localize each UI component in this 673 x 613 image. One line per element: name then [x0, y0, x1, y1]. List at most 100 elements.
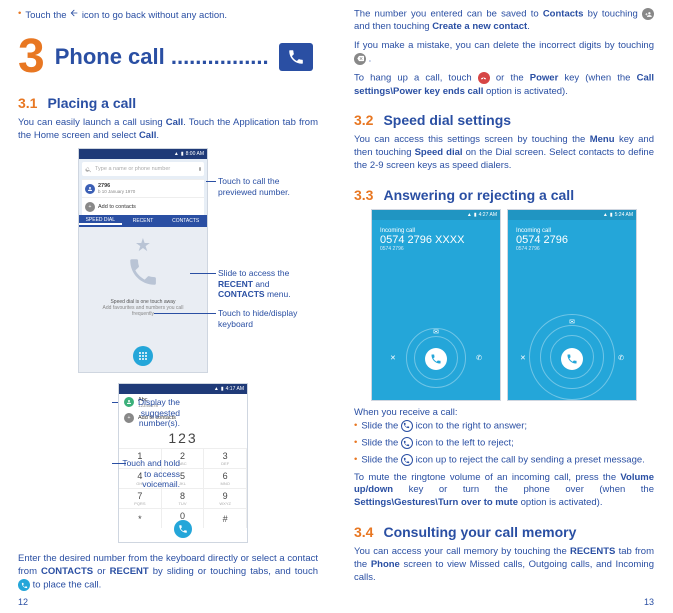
reject-hint-icon: ✕	[520, 354, 526, 362]
reject-ring-icon	[401, 437, 413, 449]
battery-icon: ▮	[181, 151, 184, 157]
tab-contacts[interactable]: CONTACTS	[164, 218, 207, 224]
keypad-key[interactable]: 8TUV	[162, 488, 205, 508]
suggested-contact-row[interactable]: 2796 b 10 January 1970	[82, 179, 204, 197]
hang-up-para: To hang up a call, touch or the Power ke…	[354, 72, 654, 98]
answer-hint-icon: ✆	[476, 354, 482, 362]
add-person-icon	[642, 8, 654, 20]
keypad-key[interactable]: 3DEF	[204, 448, 247, 468]
contact-avatar-icon	[85, 184, 95, 194]
status-bar: ▲ ▮ 5:24 AM	[508, 210, 636, 220]
incoming-number: 0574 2796	[516, 234, 636, 246]
handset-large-icon	[126, 255, 160, 289]
entered-number: 123	[119, 426, 247, 448]
reject-hint-icon: ✕	[390, 354, 396, 362]
battery-icon: ▮	[221, 386, 224, 392]
keypad-key[interactable]: 6MNO	[204, 468, 247, 488]
answer-handle[interactable]	[425, 348, 447, 370]
bullet-dot: •	[354, 420, 357, 433]
keypad-key[interactable]: *	[119, 508, 162, 528]
section-title: Speed dial settings	[383, 112, 511, 128]
annotation-voicemail: Touch and hold to access voicemail.	[120, 458, 180, 489]
battery-icon: ▮	[474, 212, 477, 218]
signal-icon: ▲	[467, 212, 472, 218]
phone-app-icon	[279, 43, 313, 71]
tab-speed-dial[interactable]: SPEED DIAL	[79, 217, 122, 225]
bullet-message: • Slide the icon up to reject the call b…	[354, 454, 654, 467]
when-receive-label: When you receive a call:	[354, 407, 654, 420]
status-time: 4:27 AM	[479, 212, 497, 218]
placing-call-intro: You can easily launch a call using Call.…	[18, 117, 318, 143]
page-number-left: 12	[18, 597, 28, 607]
bullet-dot: •	[18, 8, 21, 21]
keypad-key[interactable]: 9WXYZ	[204, 488, 247, 508]
speed-dial-body: ★ Speed dial is one touch away Add favou…	[79, 227, 207, 372]
answer-handle[interactable]	[561, 348, 583, 370]
annotation-line	[206, 181, 216, 182]
annotation-line	[112, 402, 118, 403]
add-contact-icon: +	[85, 202, 95, 212]
message-hint-icon: ✉	[569, 318, 575, 326]
page-right: The number you entered can be saved to C…	[336, 0, 672, 613]
incoming-call-screenshot-a: ▲ ▮ 4:27 AM Incoming call 0574 2796 XXXX…	[371, 209, 501, 401]
placing-call-outro: Enter the desired number from the keyboa…	[18, 553, 318, 592]
phone-icon	[566, 353, 578, 365]
back-arrow-icon	[69, 8, 79, 23]
add-contacts-label: Add to contacts	[98, 204, 136, 210]
bullet-dot: •	[354, 437, 357, 450]
bullet-message-text: Slide the icon up to reject the call by …	[361, 454, 654, 467]
mute-para: To mute the ringtone volume of an incomi…	[354, 472, 654, 510]
dialer-screenshot-1: ▲ ▮ 8:00 AM Type a name or phone number …	[78, 148, 208, 373]
message-hint-icon: ✉	[433, 328, 439, 336]
section-3-1-header: 3.1 Placing a call	[18, 95, 318, 111]
section-number: 3.4	[354, 524, 373, 540]
incoming-call-screenshots: ▲ ▮ 4:27 AM Incoming call 0574 2796 XXXX…	[354, 209, 654, 401]
annotation-display-suggested: Display the suggested number(s).	[110, 397, 180, 428]
section-number: 3.1	[18, 95, 37, 111]
delete-digits-para: If you make a mistake, you can delete th…	[354, 40, 654, 66]
annotation-touch-call: Touch to call the previewed number.	[218, 176, 308, 196]
annotation-slide-recent: Slide to access the RECENT and CONTACTS …	[218, 268, 318, 299]
phone-icon	[430, 353, 442, 365]
page-left: • Touch the icon to go back without any …	[0, 0, 336, 613]
section-number: 3.3	[354, 187, 373, 203]
annotation-line	[190, 273, 216, 274]
chapter-title: Phone call ................	[55, 44, 269, 70]
signal-icon: ▲	[214, 386, 219, 392]
keypad-key[interactable]: 7PQRS	[119, 488, 162, 508]
back-bullet: • Touch the icon to go back without any …	[18, 8, 318, 23]
screenshot-1-wrap: ▲ ▮ 8:00 AM Type a name or phone number …	[78, 148, 318, 373]
bullet-answer-text: Slide the icon to the right to answer;	[361, 420, 654, 433]
tab-recent[interactable]: RECENT	[122, 218, 165, 224]
status-time: 5:24 AM	[615, 212, 633, 218]
call-icon	[18, 579, 30, 591]
keypad-key[interactable]: #	[204, 508, 247, 528]
keypad-fab[interactable]	[133, 346, 153, 366]
incoming-sub: 0574 2796	[516, 246, 636, 252]
backspace-icon	[354, 53, 366, 65]
search-icon	[85, 166, 92, 173]
add-to-contacts-row[interactable]: + Add to contacts	[82, 197, 204, 215]
message-ring-icon	[401, 454, 413, 466]
section-title: Consulting your call memory	[383, 524, 576, 540]
back-bullet-text: Touch the icon to go back without any ac…	[25, 8, 318, 23]
section-number: 3.2	[354, 112, 373, 128]
save-contacts-para: The number you entered can be saved to C…	[354, 8, 654, 34]
status-bar: ▲ ▮ 4:17 AM	[119, 384, 247, 394]
screenshot-2-wrap: ▲ ▮ 4:17 AM Abc 12345678 + Add to contac…	[118, 383, 318, 543]
incoming-number: 0574 2796 XXXX	[380, 234, 500, 246]
status-time: 8:00 AM	[186, 151, 204, 157]
search-bar[interactable]: Type a name or phone number	[82, 162, 204, 176]
annotation-line	[112, 463, 126, 464]
battery-icon: ▮	[610, 212, 613, 218]
annotation-hide-keyboard: Touch to hide/display keyboard	[218, 308, 308, 328]
phone-icon	[178, 524, 188, 534]
status-bar: ▲ ▮ 4:27 AM	[372, 210, 500, 220]
answer-ring-icon	[401, 420, 413, 432]
call-fab[interactable]	[174, 520, 192, 538]
signal-icon: ▲	[603, 212, 608, 218]
dialer-tabs: SPEED DIAL RECENT CONTACTS	[79, 215, 207, 227]
search-placeholder: Type a name or phone number	[95, 166, 170, 172]
keypad-dots-icon	[139, 352, 147, 360]
incoming-call-screenshot-b: ▲ ▮ 5:24 AM Incoming call 0574 2796 0574…	[507, 209, 637, 401]
